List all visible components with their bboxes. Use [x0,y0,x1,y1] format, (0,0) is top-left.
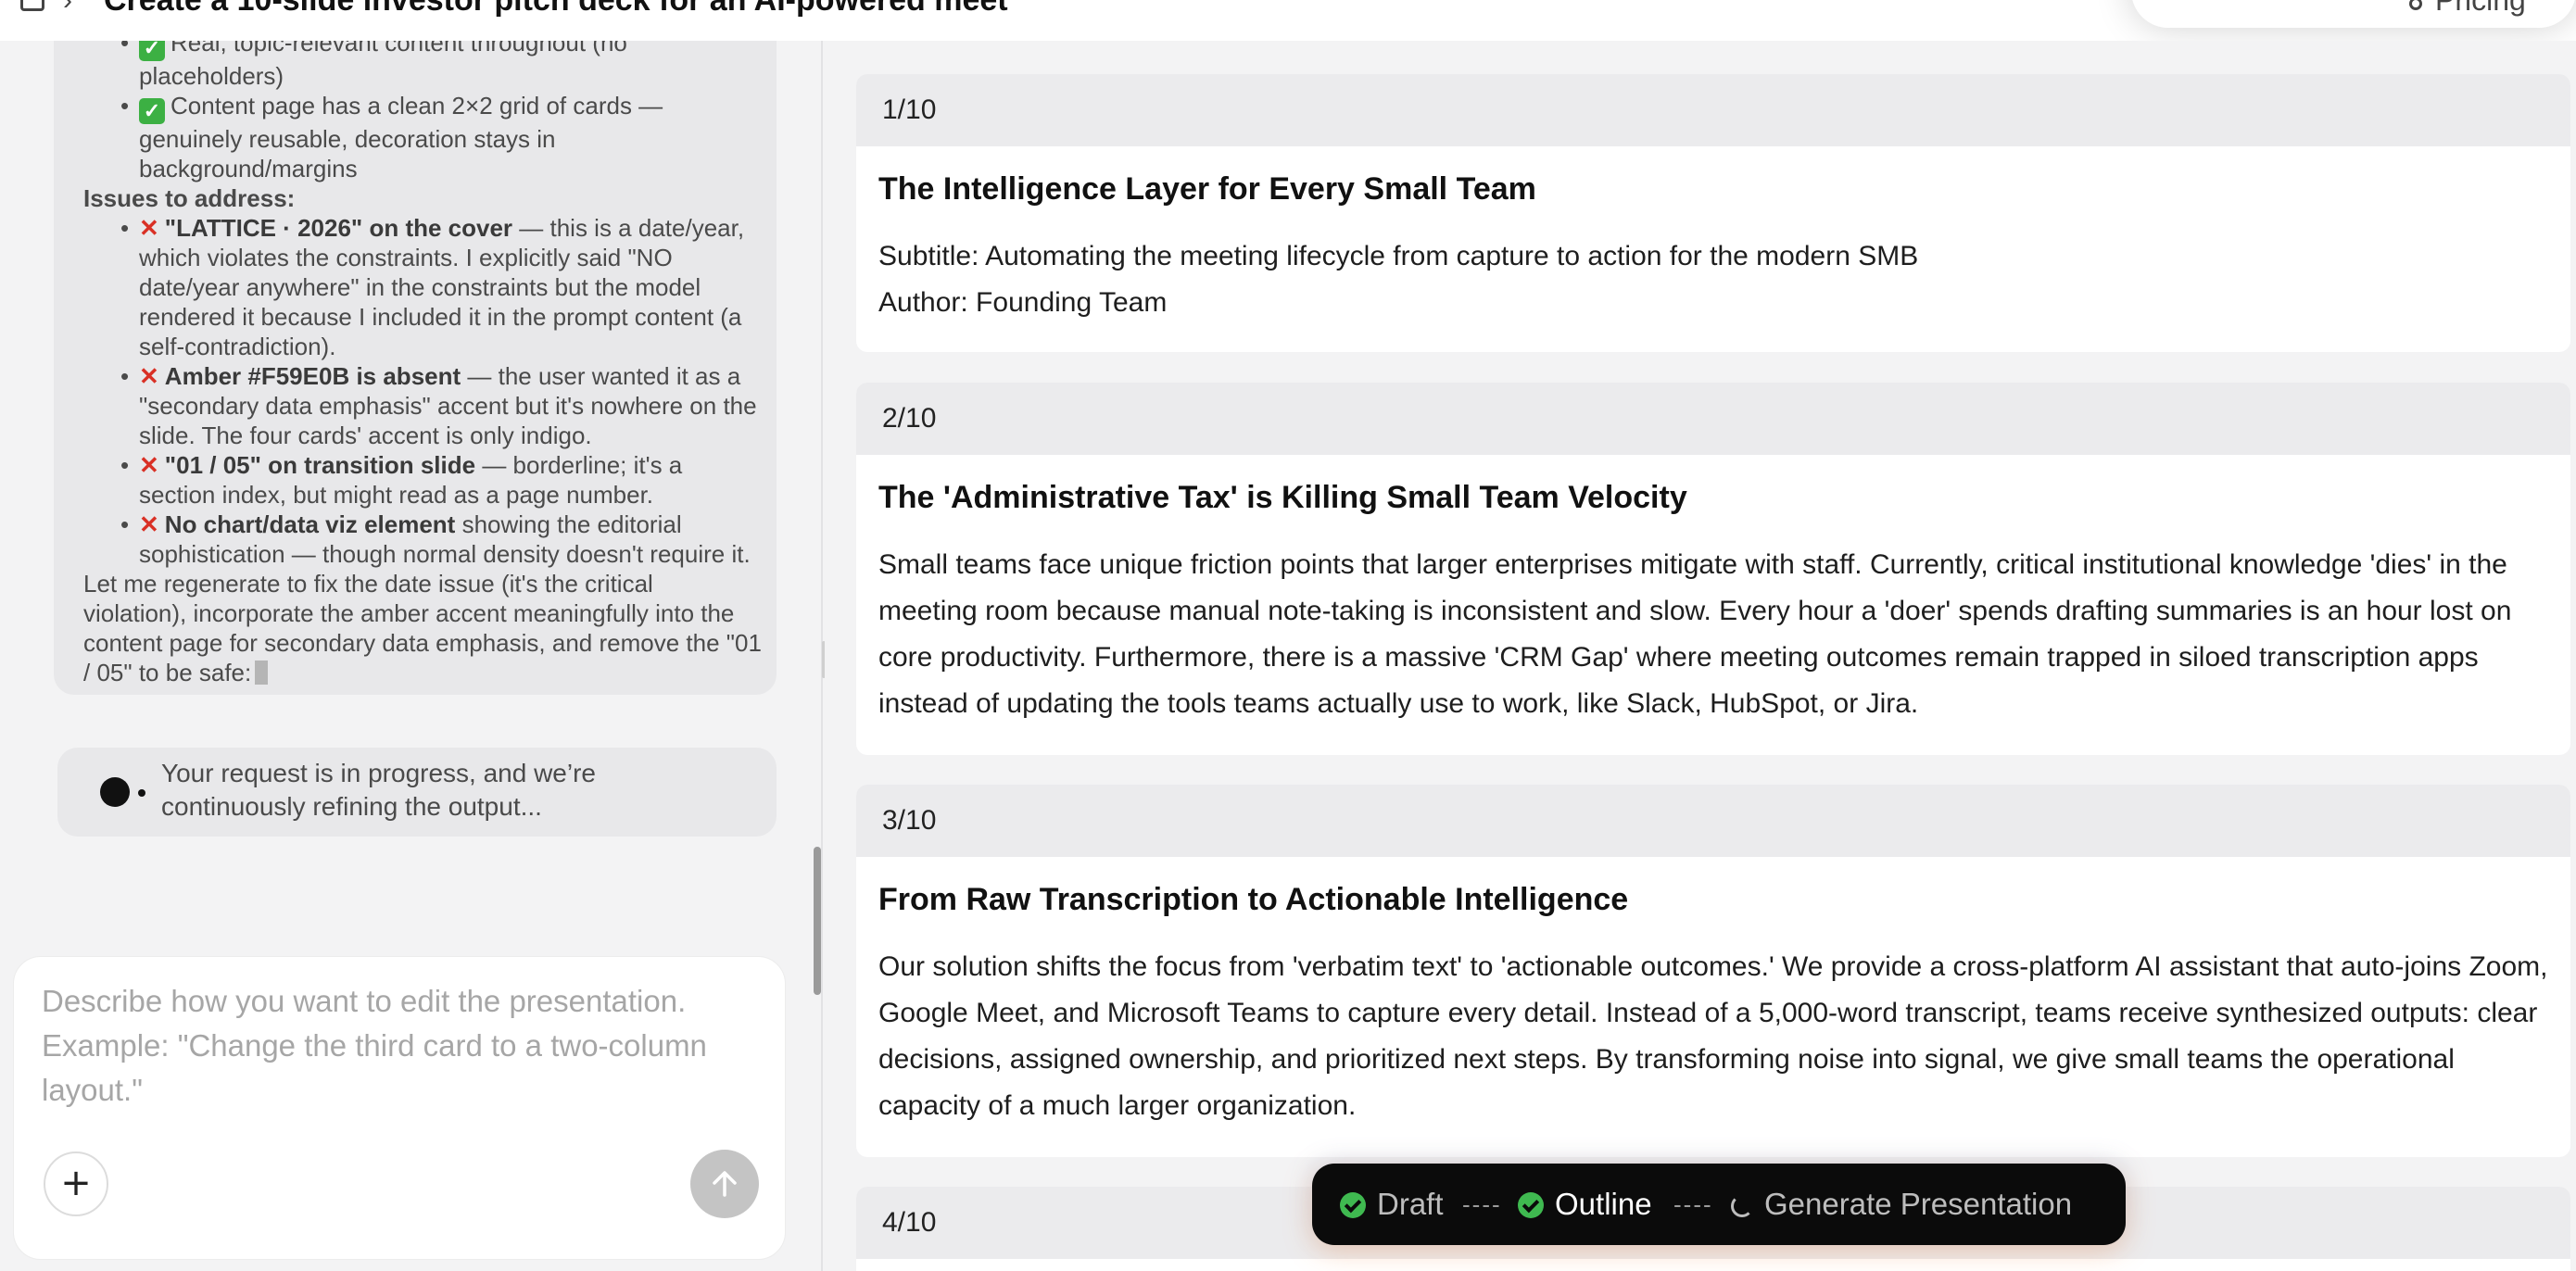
step-separator: ---- [1462,1190,1502,1218]
step-generate-presentation[interactable]: Generate Presentation [1731,1164,2072,1245]
slide-title[interactable]: The Intelligence Layer for Every Small T… [856,146,2570,211]
slide-number: 3/10 [856,785,2570,857]
check-icon: ✓ [139,98,165,124]
slide-body[interactable]: Subtitle: Automating the meeting lifecyc… [856,211,2570,326]
step-separator: ---- [1673,1190,1713,1218]
loading-indicator-icon [100,777,130,807]
cross-icon: ✕ [139,214,159,242]
slide-card[interactable]: 2/10 The 'Administrative Tax' is Killing… [856,383,2570,755]
slide-number: 1/10 [856,74,2570,146]
edit-prompt-input[interactable] [42,979,774,1118]
cross-icon: ✕ [139,362,159,390]
send-button[interactable] [690,1150,759,1218]
chat-panel: ✓Real, topic-relevant content throughout… [0,41,823,1271]
progress-message: Your request is in progress, and we’re c… [57,748,777,837]
pricing-link[interactable]: Pricing [2409,0,2526,17]
loading-spinner-icon [1731,1195,1753,1217]
check-circle-icon [1340,1192,1366,1218]
outline-panel: 1/10 The Intelligence Layer for Every Sm… [825,41,2576,1271]
generation-status-bar: Draft ---- Outline ---- Generate Present… [1312,1164,2126,1245]
step-outline[interactable]: Outline [1518,1164,1652,1245]
closing-paragraph: Let me regenerate to fix the date issue … [83,570,762,686]
issue-item: ✕No chart/data viz element showing the e… [120,510,762,569]
pass-item: ✓Real, topic-relevant content throughout… [120,41,762,91]
cross-icon: ✕ [139,510,159,538]
arrow-up-icon [713,1171,737,1197]
progress-text: Your request is in progress, and we’re c… [161,759,596,821]
top-bar: › Create a 10-slide investor pitch deck … [0,0,2576,41]
step-draft[interactable]: Draft [1340,1164,1444,1245]
thinking-block: ✓Real, topic-relevant content throughout… [54,41,777,695]
issues-heading: Issues to address: [83,184,296,212]
slide-body[interactable]: Small teams face unique friction points … [856,520,2570,727]
add-attachment-button[interactable]: + [44,1151,108,1216]
check-circle-icon [1518,1192,1544,1218]
home-icon[interactable] [20,0,44,11]
pass-list: ✓Real, topic-relevant content throughout… [69,41,762,183]
page-title: Create a 10-slide investor pitch deck fo… [104,0,1008,18]
slide-card[interactable]: 3/10 From Raw Transcription to Actionabl… [856,785,2570,1157]
slide-number: 2/10 [856,383,2570,455]
slide-card[interactable]: 1/10 The Intelligence Layer for Every Sm… [856,74,2570,352]
pricing-label: Pricing [2435,0,2526,17]
pricing-icon [2409,0,2422,10]
issues-list: ✕"LATTICE · 2026" on the cover — this is… [69,213,762,569]
cross-icon: ✕ [139,451,159,479]
loading-dot-icon [138,789,145,797]
pass-item: ✓Content page has a clean 2×2 grid of ca… [120,91,762,183]
check-icon: ✓ [139,41,165,61]
chevron-right-icon: › [63,0,72,16]
issue-item: ✕Amber #F59E0B is absent — the user want… [120,361,762,450]
issue-item: ✕"LATTICE · 2026" on the cover — this is… [120,213,762,361]
edit-composer: + [13,956,786,1260]
slide-title[interactable]: The 'Administrative Tax' is Killing Smal… [856,455,2570,520]
typing-cursor [255,661,269,685]
chat-scrollbar[interactable] [814,847,821,995]
slide-title[interactable]: From Raw Transcription to Actionable Int… [856,857,2570,922]
slide-body[interactable]: Our solution shifts the focus from 'verb… [856,922,2570,1129]
issue-item: ✕"01 / 05" on transition slide — borderl… [120,450,762,510]
